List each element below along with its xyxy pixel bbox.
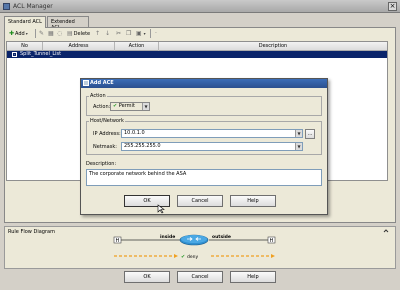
dialog-title: Add ACE (81, 79, 327, 88)
rule-flow-diagram: H H inside outside ✔ deny (113, 234, 276, 260)
tab-extended-acl[interactable]: Extended ACL (47, 16, 89, 31)
action-group-label: Action (89, 93, 107, 99)
ok-button[interactable]: OK (124, 271, 170, 283)
table-header: No Address Action Description (7, 42, 387, 51)
paste-button[interactable]: ▣ ▾ (136, 29, 146, 38)
add-icon: ✚ (9, 29, 15, 37)
checkmark-icon: ✔ (181, 254, 185, 260)
refresh-icon: ◌ (57, 29, 63, 37)
delete-button-label: Delete (73, 30, 91, 37)
close-icon[interactable]: × (388, 2, 397, 11)
toolbar-separator (150, 29, 151, 38)
description-input[interactable]: The corporate network behind the ASA (86, 169, 322, 186)
edit-icon: ✎ (39, 29, 45, 37)
move-down-button[interactable]: ↓ (105, 29, 111, 38)
netmask-select[interactable]: 255.255.255.0 ▼ (121, 142, 303, 151)
checkmark-icon: ✔ (113, 103, 118, 109)
column-header-action[interactable]: Action (115, 42, 159, 51)
netmask-value: 255.255.255.0 (124, 143, 161, 149)
svg-text:H: H (270, 238, 274, 244)
copy-icon: ❐ (126, 29, 132, 37)
action-value: Permit (118, 103, 135, 109)
toolbar-separator (35, 29, 36, 38)
cancel-button[interactable]: Cancel (177, 271, 223, 283)
edit-button[interactable]: ✎ (39, 29, 45, 38)
cut-icon: ✂ (116, 29, 122, 37)
rule-flow-diagram-label: Rule Flow Diagram (8, 229, 55, 235)
chevron-down-icon: ▼ (295, 130, 302, 137)
left-host-icon: H (113, 236, 122, 244)
netmask-label: Netmask: (93, 144, 117, 150)
find-button[interactable]: · (155, 29, 158, 38)
dialog-icon (83, 80, 89, 86)
move-up-icon: ↑ (95, 29, 101, 37)
ip-address-input[interactable]: 10.0.1.0 ▼ (121, 129, 303, 138)
column-header-no[interactable]: No (7, 42, 43, 51)
refresh-button[interactable]: ◌ (57, 29, 63, 38)
ip-address-value: 10.0.1.0 (124, 130, 145, 136)
browse-ip-button[interactable]: ... (305, 129, 315, 139)
router-icon (179, 234, 209, 246)
properties-icon: ▦ (48, 29, 54, 37)
delete-icon: ▤ (67, 29, 73, 37)
copy-button[interactable]: ❐ (126, 29, 132, 38)
app-icon (3, 3, 10, 10)
help-button[interactable]: Help (230, 271, 276, 283)
right-host-icon: H (267, 236, 276, 244)
paste-icon: ▣ (136, 29, 142, 37)
tab-standard-acl[interactable]: Standard ACL (4, 16, 46, 28)
dialog-help-button[interactable]: Help (230, 195, 276, 207)
outside-interface-label: outside (212, 234, 231, 240)
toolbar: ✚ Add ▾ ✎ ▦ ◌ ▤ Delete ↑ ↓ ✂ ❐ ▣ ▾ · (5, 28, 385, 39)
collapse-arrow-icon[interactable] (383, 228, 389, 234)
move-down-icon: ↓ (105, 29, 111, 37)
flow-action-label: deny (187, 254, 198, 260)
properties-button[interactable]: ▦ (48, 29, 55, 38)
action-label: Action: (93, 104, 111, 110)
add-button-label: Add (15, 30, 25, 37)
find-icon: · (155, 29, 157, 37)
ip-address-label: IP Address: (93, 131, 121, 137)
svg-text:H: H (116, 238, 120, 244)
chevron-down-icon: ▼ (295, 143, 302, 150)
chevron-down-icon: ▾ (25, 31, 28, 36)
column-header-description[interactable]: Description (159, 42, 387, 51)
delete-button[interactable]: ▤ Delete (67, 29, 90, 38)
mouse-cursor-icon (157, 204, 165, 214)
add-button[interactable]: ✚ Add ▾ (9, 29, 28, 38)
chevron-down-icon: ▾ (143, 31, 146, 36)
description-label: Description: (86, 161, 117, 167)
table-row[interactable]: - Split_Tunnel_List (7, 51, 387, 58)
chevron-down-icon: ▼ (142, 103, 149, 110)
move-up-button[interactable]: ↑ (95, 29, 101, 38)
window-title: ACL Manager (13, 3, 53, 10)
host-network-group-label: Host/Network (89, 118, 125, 124)
action-select[interactable]: ✔ Permit ▼ (110, 102, 150, 111)
inside-interface-label: inside (160, 234, 175, 240)
column-header-address[interactable]: Address (43, 42, 115, 51)
dialog-cancel-button[interactable]: Cancel (177, 195, 223, 207)
acl-name: Split_Tunnel_List (20, 51, 62, 57)
deny-badge: ✔ deny (181, 254, 198, 260)
collapse-icon[interactable]: - (12, 52, 17, 57)
cut-button[interactable]: ✂ (116, 29, 122, 38)
window-titlebar: ACL Manager × (0, 0, 400, 13)
